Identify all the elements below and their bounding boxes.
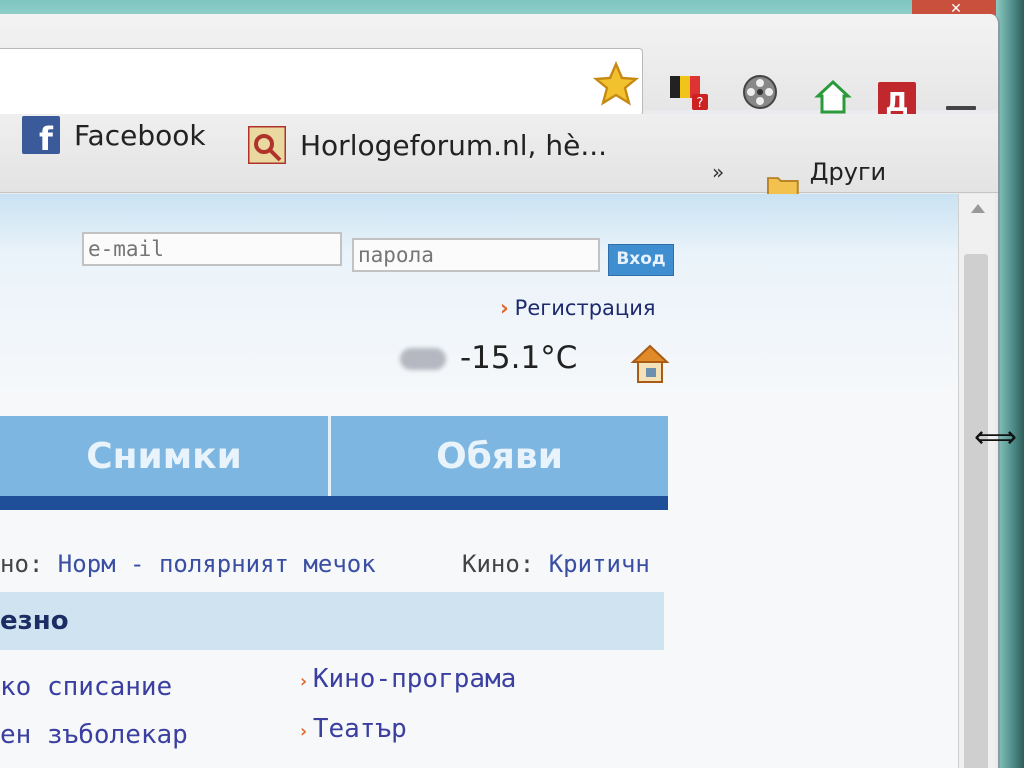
home-icon[interactable]	[630, 342, 670, 386]
login-button[interactable]: Вход	[608, 244, 674, 276]
bookmark-label: Facebook	[74, 118, 206, 152]
resize-cursor-icon: ⟺	[974, 420, 1018, 455]
horlogeforum-icon	[248, 126, 286, 164]
register-label: Регистрация	[514, 296, 656, 320]
home-extension-icon[interactable]	[812, 76, 854, 118]
extension-flag-icon[interactable]: ?	[668, 72, 710, 114]
news-ticker-right: Кино: Критичн	[462, 550, 650, 578]
list-item[interactable]: › Кино-програма	[298, 664, 516, 694]
list-item-label: Театър	[312, 714, 407, 744]
bookmarks-bar: f Facebook Horlogeforum.nl, hè... » Друг…	[0, 114, 998, 214]
browser-toolbar: ? Д	[0, 14, 998, 126]
browser-window: ? Д f Facebook Horlogeforum.nl, hè... » …	[0, 14, 1000, 768]
password-input[interactable]	[352, 238, 600, 272]
list-item[interactable]: ко списание	[0, 672, 172, 702]
news-ticker-left: но: Норм - полярният мечок	[0, 550, 376, 578]
window-frame	[996, 0, 1024, 768]
nav-item-ads[interactable]: Обяви	[331, 416, 668, 496]
bookmarks-overflow-button[interactable]: »	[712, 160, 724, 184]
list-item[interactable]: ен зъболекар	[0, 720, 188, 750]
ticker-prefix: Кино:	[462, 550, 549, 578]
ticker-link[interactable]: Норм - полярният мечок	[58, 550, 376, 578]
film-reel-icon[interactable]	[740, 72, 782, 114]
ticker-prefix: но:	[0, 550, 58, 578]
nav-underline	[0, 496, 668, 510]
cloud-icon	[400, 348, 446, 370]
ticker-link[interactable]: Критичн	[549, 550, 650, 578]
temperature: -15.1°C	[460, 340, 578, 376]
bookmark-star-icon[interactable]	[592, 60, 640, 108]
list-item-label: Кино-програма	[312, 664, 517, 694]
scroll-up-arrow[interactable]	[971, 204, 985, 213]
facebook-icon: f	[22, 116, 60, 154]
nav-item-photos[interactable]: Снимки	[0, 416, 328, 496]
main-navigation: Снимки Обяви	[0, 416, 668, 496]
svg-text:?: ?	[697, 96, 704, 111]
vertical-scrollbar[interactable]	[958, 194, 995, 768]
arrow-icon: ›	[298, 671, 309, 692]
address-bar[interactable]	[0, 48, 643, 116]
list-item[interactable]: › Театър	[298, 714, 407, 744]
arrow-icon: ›	[298, 721, 309, 742]
bookmark-horlogeforum[interactable]: Horlogeforum.nl, hè...	[248, 126, 607, 164]
bookmark-label: Horlogeforum.nl, hè...	[300, 128, 608, 162]
svg-text:f: f	[39, 120, 54, 154]
scrollbar-thumb[interactable]	[964, 254, 988, 768]
section-header: езно	[0, 592, 664, 650]
register-link[interactable]: › Регистрация	[500, 296, 655, 320]
arrow-icon: ›	[500, 296, 509, 320]
email-input[interactable]	[82, 232, 342, 266]
bookmark-facebook[interactable]: f Facebook	[22, 116, 206, 154]
